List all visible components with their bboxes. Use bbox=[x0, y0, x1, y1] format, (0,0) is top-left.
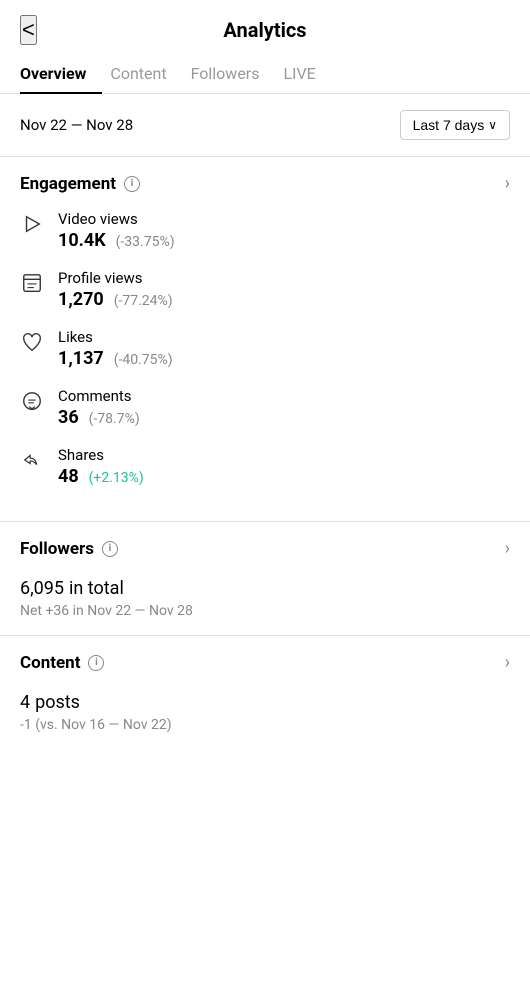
comments-content: Comments 36 (-78.7%) bbox=[58, 387, 510, 428]
tab-followers[interactable]: Followers bbox=[191, 54, 276, 93]
comments-label: Comments bbox=[58, 387, 510, 405]
content-info-icon[interactable]: i bbox=[88, 655, 104, 671]
tab-live[interactable]: LIVE bbox=[283, 54, 331, 93]
shares-label: Shares bbox=[58, 446, 510, 464]
tabs-bar: Overview Content Followers LIVE bbox=[0, 54, 530, 94]
likes-row: 1,137 (-40.75%) bbox=[58, 348, 510, 369]
tab-overview[interactable]: Overview bbox=[20, 54, 102, 93]
date-filter-button[interactable]: Last 7 days ∨ bbox=[400, 110, 510, 140]
chevron-down-icon: ∨ bbox=[488, 118, 497, 132]
engagement-section-header: Engagement i › bbox=[20, 173, 510, 194]
profile-views-content: Profile views 1,270 (-77.24%) bbox=[58, 269, 510, 310]
video-views-content: Video views 10.4K (-33.75%) bbox=[58, 210, 510, 251]
profile-views-row: 1,270 (-77.24%) bbox=[58, 289, 510, 310]
heart-icon bbox=[20, 330, 44, 354]
date-range-row: Nov 22 — Nov 28 Last 7 days ∨ bbox=[0, 94, 530, 156]
metric-shares: Shares 48 (+2.13%) bbox=[20, 446, 510, 487]
comments-row: 36 (-78.7%) bbox=[58, 407, 510, 428]
profile-views-value: 1,270 bbox=[58, 289, 104, 310]
back-button[interactable]: < bbox=[20, 15, 37, 45]
date-filter-label: Last 7 days bbox=[413, 117, 485, 133]
followers-total: 6,095 in total bbox=[20, 575, 510, 599]
likes-label: Likes bbox=[58, 328, 510, 346]
shares-row: 48 (+2.13%) bbox=[58, 466, 510, 487]
posts-change: -1 (vs. Nov 16 — Nov 22) bbox=[20, 717, 510, 733]
shares-content: Shares 48 (+2.13%) bbox=[58, 446, 510, 487]
profile-views-change: (-77.24%) bbox=[114, 293, 173, 309]
engagement-section: Engagement i › Video views 10.4K (-33.75… bbox=[0, 157, 530, 521]
tab-content[interactable]: Content bbox=[110, 54, 182, 93]
comment-icon bbox=[20, 389, 44, 413]
engagement-info-icon[interactable]: i bbox=[124, 176, 140, 192]
metric-video-views: Video views 10.4K (-33.75%) bbox=[20, 210, 510, 251]
likes-change: (-40.75%) bbox=[114, 352, 173, 368]
likes-content: Likes 1,137 (-40.75%) bbox=[58, 328, 510, 369]
followers-net: Net +36 in Nov 22 — Nov 28 bbox=[20, 603, 510, 619]
profile-icon bbox=[20, 271, 44, 295]
content-title: Content i bbox=[20, 653, 104, 673]
comments-value: 36 bbox=[58, 407, 79, 428]
shares-value: 48 bbox=[58, 466, 79, 487]
video-views-row: 10.4K (-33.75%) bbox=[58, 230, 510, 251]
video-views-change: (-33.75%) bbox=[116, 234, 175, 250]
engagement-title: Engagement i bbox=[20, 174, 140, 194]
followers-title: Followers i bbox=[20, 539, 118, 559]
posts-count: 4 posts bbox=[20, 689, 510, 713]
profile-views-label: Profile views bbox=[58, 269, 510, 287]
followers-info-icon[interactable]: i bbox=[102, 541, 118, 557]
metric-profile-views: Profile views 1,270 (-77.24%) bbox=[20, 269, 510, 310]
share-icon bbox=[20, 448, 44, 472]
video-views-value: 10.4K bbox=[58, 230, 106, 251]
content-section: Content i › 4 posts -1 (vs. Nov 16 — Nov… bbox=[0, 636, 530, 749]
date-range-text: Nov 22 — Nov 28 bbox=[20, 116, 133, 134]
followers-section: Followers i › 6,095 in total Net +36 in … bbox=[0, 522, 530, 635]
content-section-header: Content i › bbox=[20, 652, 510, 673]
comments-change: (-78.7%) bbox=[89, 411, 140, 427]
followers-section-header: Followers i › bbox=[20, 538, 510, 559]
content-chevron-icon[interactable]: › bbox=[505, 652, 510, 673]
metric-comments: Comments 36 (-78.7%) bbox=[20, 387, 510, 428]
play-icon bbox=[20, 212, 44, 236]
video-views-label: Video views bbox=[58, 210, 510, 228]
shares-change: (+2.13%) bbox=[89, 470, 144, 486]
metric-likes: Likes 1,137 (-40.75%) bbox=[20, 328, 510, 369]
followers-chevron-icon[interactable]: › bbox=[505, 538, 510, 559]
likes-value: 1,137 bbox=[58, 348, 104, 369]
header: < Analytics bbox=[0, 0, 530, 54]
page-title: Analytics bbox=[223, 18, 306, 42]
engagement-chevron-icon[interactable]: › bbox=[505, 173, 510, 194]
